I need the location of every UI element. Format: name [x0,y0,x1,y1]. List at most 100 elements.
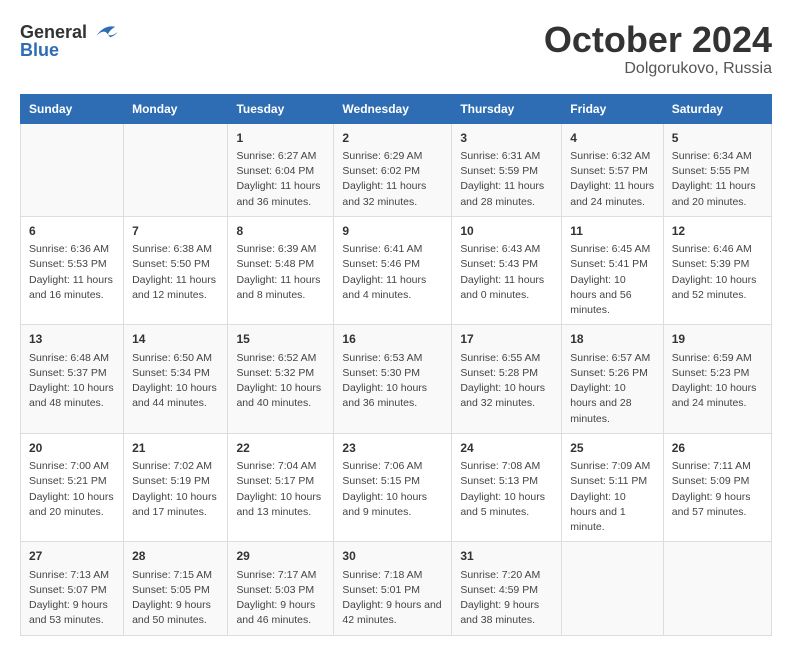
calendar-cell: 31Sunrise: 7:20 AMSunset: 4:59 PMDayligh… [452,542,562,635]
daylight: Daylight: 10 hours and 5 minutes. [460,490,553,520]
title-block: October 2024 Dolgorukovo, Russia [544,20,772,78]
sunset: Sunset: 5:34 PM [132,366,219,381]
calendar-cell: 28 Sunrise: 7:15 AMSunset: 5:05 PMDayligh… [124,542,228,635]
sunrise: Sunrise: 6:53 AM [342,351,443,366]
day-number: 16 [342,331,443,348]
logo-blue: Blue [20,40,59,61]
daylight: Daylight: 10 hours and 13 minutes. [236,490,325,520]
sunrise: Sunrise: 6:52 AM [236,351,325,366]
calendar-cell: 9Sunrise: 6:41 AMSunset: 5:46 PMDaylight… [334,216,452,324]
sunrise: Sunrise: 6:31 AM [460,149,553,164]
daylight: Daylight: 10 hours and 48 minutes. [29,381,115,411]
day-number: 28 [132,548,219,565]
sunset: Sunset: 5:05 PM [132,583,219,598]
calendar-cell: 14Sunrise: 6:50 AMSunset: 5:34 PMDayligh… [124,325,228,433]
sunset: Sunset: 5:01 PM [342,583,443,598]
daylight: Daylight: 10 hours and 28 minutes. [570,381,655,427]
day-number: 25 [570,440,655,457]
sunrise: Sunrise: 7:02 AM [132,459,219,474]
day-number: 7 [132,223,219,240]
sunset: Sunset: 5:32 PM [236,366,325,381]
sunset: Sunset: 5:21 PM [29,474,115,489]
day-number: 9 [342,223,443,240]
weekday-header-wednesday: Wednesday [334,94,452,123]
sunset: Sunset: 5:09 PM [672,474,763,489]
day-number: 15 [236,331,325,348]
calendar-cell: 1Sunrise: 6:27 AMSunset: 6:04 PMDaylight… [228,123,334,216]
sunset: Sunset: 5:26 PM [570,366,655,381]
sunset: Sunset: 5:41 PM [570,257,655,272]
weekday-header-friday: Friday [562,94,664,123]
sunrise: Sunrise: 6:41 AM [342,242,443,257]
calendar-cell: 12Sunrise: 6:46 AMSunset: 5:39 PMDayligh… [663,216,771,324]
sunrise: Sunrise: 7:04 AM [236,459,325,474]
day-number: 24 [460,440,553,457]
daylight: Daylight: 11 hours and 12 minutes. [132,273,219,303]
sunrise: Sunrise: 7:18 AM [342,568,443,583]
day-number: 13 [29,331,115,348]
daylight: Daylight: 10 hours and 32 minutes. [460,381,553,411]
daylight: Daylight: 10 hours and 9 minutes. [342,490,443,520]
sunset: Sunset: 5:03 PM [236,583,325,598]
daylight: Daylight: 11 hours and 36 minutes. [236,179,325,209]
page-header: General Blue October 2024 Dolgorukovo, R… [20,20,772,78]
day-number: 6 [29,223,115,240]
calendar-cell: 4Sunrise: 6:32 AMSunset: 5:57 PMDaylight… [562,123,664,216]
sunset: Sunset: 5:37 PM [29,366,115,381]
day-number: 18 [570,331,655,348]
day-number: 31 [460,548,553,565]
calendar-cell: 17Sunrise: 6:55 AMSunset: 5:28 PMDayligh… [452,325,562,433]
sunrise: Sunrise: 6:48 AM [29,351,115,366]
logo: General Blue [20,20,119,61]
day-number: 20 [29,440,115,457]
calendar-cell: 29Sunrise: 7:17 AMSunset: 5:03 PMDayligh… [228,542,334,635]
day-number: 29 [236,548,325,565]
weekday-header-monday: Monday [124,94,228,123]
day-number: 27 [29,548,115,565]
weekday-header-tuesday: Tuesday [228,94,334,123]
calendar-cell [562,542,664,635]
sunset: Sunset: 5:39 PM [672,257,763,272]
calendar-cell: 19Sunrise: 6:59 AMSunset: 5:23 PMDayligh… [663,325,771,433]
week-row-4: 20Sunrise: 7:00 AMSunset: 5:21 PMDayligh… [21,433,772,541]
sunrise: Sunrise: 6:46 AM [672,242,763,257]
daylight: Daylight: 9 hours and 38 minutes. [460,598,553,628]
sunrise: Sunrise: 6:34 AM [672,149,763,164]
daylight: Daylight: 10 hours and 52 minutes. [672,273,763,303]
sunset: Sunset: 5:55 PM [672,164,763,179]
calendar-cell: 18 Sunrise: 6:57 AMSunset: 5:26 PMDayligh… [562,325,664,433]
day-number: 22 [236,440,325,457]
weekday-header-sunday: Sunday [21,94,124,123]
weekday-header-saturday: Saturday [663,94,771,123]
calendar-cell [124,123,228,216]
sunset: Sunset: 5:50 PM [132,257,219,272]
day-number: 30 [342,548,443,565]
day-number: 11 [570,223,655,240]
calendar-cell: 23Sunrise: 7:06 AMSunset: 5:15 PMDayligh… [334,433,452,541]
sunrise: Sunrise: 6:59 AM [672,351,763,366]
daylight: Daylight: 9 hours and 50 minutes. [132,598,219,628]
sunset: Sunset: 5:17 PM [236,474,325,489]
sunset: Sunset: 4:59 PM [460,583,553,598]
calendar-cell: 21Sunrise: 7:02 AMSunset: 5:19 PMDayligh… [124,433,228,541]
sunrise: Sunrise: 7:15 AM [132,568,219,583]
sunrise: Sunrise: 6:57 AM [570,351,655,366]
daylight: Daylight: 10 hours and 40 minutes. [236,381,325,411]
daylight: Daylight: 9 hours and 53 minutes. [29,598,115,628]
day-number: 5 [672,130,763,147]
daylight: Daylight: 9 hours and 46 minutes. [236,598,325,628]
day-number: 23 [342,440,443,457]
sunrise: Sunrise: 6:43 AM [460,242,553,257]
sunset: Sunset: 5:19 PM [132,474,219,489]
sunset: Sunset: 5:15 PM [342,474,443,489]
sunrise: Sunrise: 6:27 AM [236,149,325,164]
daylight: Daylight: 11 hours and 0 minutes. [460,273,553,303]
week-row-5: 27Sunrise: 7:13 AMSunset: 5:07 PMDayligh… [21,542,772,635]
calendar-cell: 5Sunrise: 6:34 AMSunset: 5:55 PMDaylight… [663,123,771,216]
day-number: 26 [672,440,763,457]
sunrise: Sunrise: 6:32 AM [570,149,655,164]
daylight: Daylight: 9 hours and 57 minutes. [672,490,763,520]
daylight: Daylight: 11 hours and 24 minutes. [570,179,655,209]
calendar-cell: 27Sunrise: 7:13 AMSunset: 5:07 PMDayligh… [21,542,124,635]
sunset: Sunset: 5:43 PM [460,257,553,272]
